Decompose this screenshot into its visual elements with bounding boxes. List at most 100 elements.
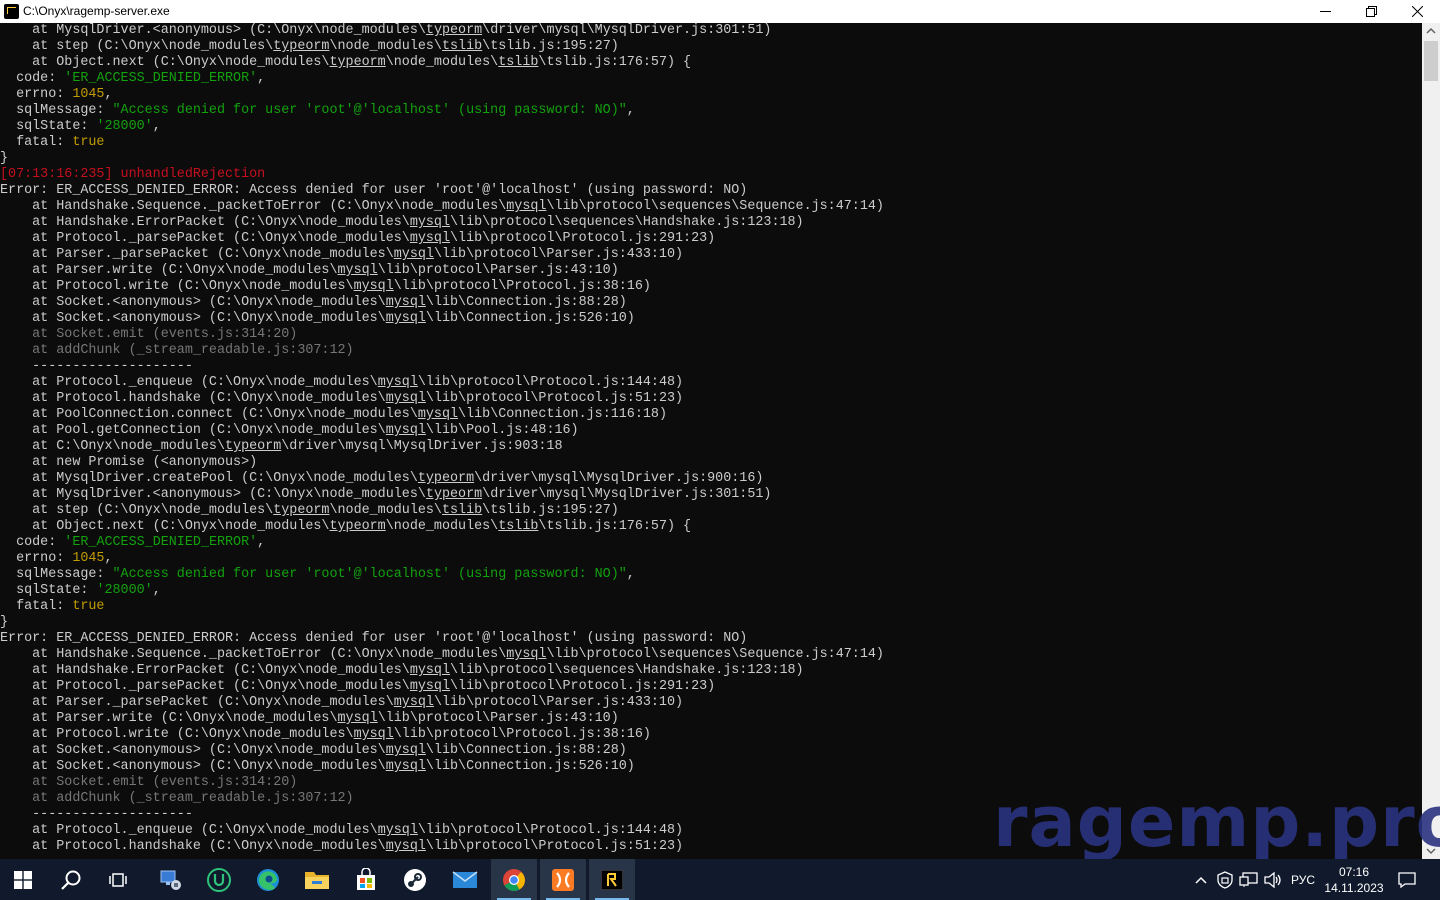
console-line: } — [0, 151, 8, 167]
input-language-indicator[interactable]: РУС — [1287, 859, 1319, 900]
console-line: at addChunk (_stream_readable.js:307:12) — [0, 791, 354, 807]
console-text-segment: Error: ER_ACCESS_DENIED_ERROR: Access de… — [0, 631, 748, 646]
speaker-icon — [1264, 871, 1281, 888]
taskbar-app-ragemp-server[interactable] — [589, 859, 635, 900]
taskbar-app-chrome[interactable] — [491, 859, 537, 900]
taskbar-app-edge[interactable] — [245, 859, 291, 900]
console-text-segment: , — [104, 87, 113, 102]
console-text-segment: at addChunk (_stream_readable.js:307:12) — [0, 343, 354, 358]
console-line: at Socket.<anonymous> (C:\Onyx\node_modu… — [0, 743, 627, 759]
console-line: at Handshake.ErrorPacket (C:\Onyx\node_m… — [0, 663, 803, 679]
console-text-segment: at Socket.<anonymous> (C:\Onyx\node_modu… — [0, 295, 386, 310]
vertical-scrollbar[interactable] — [1422, 23, 1440, 859]
console-text-segment: sqlState: — [0, 583, 97, 598]
taskbar-app-file-explorer[interactable] — [294, 859, 340, 900]
console-line: at Parser._parsePacket (C:\Onyx\node_mod… — [0, 695, 683, 711]
console-line: at Pool.getConnection (C:\Onyx\node_modu… — [0, 423, 579, 439]
console-text-segment: \node_modules\ — [385, 519, 499, 534]
title-bar[interactable]: C:\Onyx\ragemp-server.exe — [0, 0, 1440, 23]
minimize-button[interactable] — [1302, 0, 1348, 23]
console-line: at Handshake.Sequence._packetToError (C:… — [0, 647, 884, 663]
console-line: at C:\Onyx\node_modules\typeorm\driver\m… — [0, 439, 562, 455]
windows-logo-icon — [14, 870, 32, 889]
search-button[interactable] — [48, 859, 94, 900]
taskbar-app-network-tool[interactable] — [148, 859, 194, 900]
task-view-button[interactable] — [96, 859, 142, 900]
start-button[interactable] — [0, 859, 46, 900]
console-text-segment: mysql — [385, 743, 426, 758]
console-text-segment: \tslib.js:176:57) { — [538, 519, 692, 534]
steam-icon — [404, 868, 426, 891]
console-output[interactable]: at MysqlDriver.<anonymous> (C:\Onyx\node… — [0, 23, 1422, 859]
console-text-segment: at Protocol.handshake (C:\Onyx\node_modu… — [0, 391, 386, 406]
console-text-segment: \lib\protocol\Parser.js:433:10) — [433, 695, 684, 710]
console-text-segment: at step (C:\Onyx\node_modules\ — [0, 503, 274, 518]
taskbar-app-u-client[interactable] — [196, 859, 242, 900]
console-line: code: 'ER_ACCESS_DENIED_ERROR', — [0, 535, 265, 551]
console-line: at Protocol.write (C:\Onyx\node_modules\… — [0, 279, 651, 295]
console-text-segment: fatal: — [0, 599, 73, 614]
console-text-segment: Error: ER_ACCESS_DENIED_ERROR: Access de… — [0, 183, 748, 198]
console-text-segment: at Parser.write (C:\Onyx\node_modules\ — [0, 263, 338, 278]
console-text-segment: [07:13:16:235] unhandledRejection — [0, 167, 266, 182]
chevron-up-icon — [1426, 27, 1436, 34]
taskbar-app-steam[interactable] — [392, 859, 438, 900]
tray-volume-button[interactable] — [1262, 859, 1284, 900]
console-text-segment: mysql — [353, 727, 394, 742]
console-line: errno: 1045, — [0, 551, 113, 567]
tray-show-hidden-button[interactable] — [1190, 859, 1212, 900]
console-text-segment: sqlState: — [0, 119, 97, 134]
restore-icon — [1365, 6, 1377, 17]
console-text-segment: , — [152, 119, 161, 134]
taskbar-app-store[interactable] — [343, 859, 389, 900]
taskbar-app-mail[interactable] — [442, 859, 488, 900]
window-title: C:\Onyx\ragemp-server.exe — [23, 4, 170, 18]
task-view-icon — [109, 872, 127, 887]
console-text-segment: typeorm — [425, 23, 483, 38]
console-line: at Socket.<anonymous> (C:\Onyx\node_modu… — [0, 311, 635, 327]
console-text-segment: at PoolConnection.connect (C:\Onyx\node_… — [0, 407, 418, 422]
console-text-segment: at Parser._parsePacket (C:\Onyx\node_mod… — [0, 695, 394, 710]
console-text-segment: "Access denied for user 'root'@'localhos… — [112, 103, 627, 118]
console-text-segment: \tslib.js:195:27) — [482, 503, 619, 518]
scroll-thumb[interactable] — [1424, 41, 1438, 81]
console-text-segment: , — [152, 583, 161, 598]
console-text-segment: \lib\Pool.js:48:16) — [425, 423, 579, 438]
console-text-segment: \driver\mysql\MysqlDriver.js:900:16) — [474, 471, 764, 486]
notifications-button[interactable] — [1392, 859, 1422, 900]
console-text-segment: at Parser._parsePacket (C:\Onyx\node_mod… — [0, 247, 394, 262]
console-text-segment: \lib\Connection.js:526:10) — [425, 311, 635, 326]
console-text-segment: 1045 — [72, 87, 105, 102]
scroll-up-button[interactable] — [1422, 23, 1440, 40]
console-line: errno: 1045, — [0, 87, 113, 103]
console-line: at Parser._parsePacket (C:\Onyx\node_mod… — [0, 247, 683, 263]
tray-defender-button[interactable] — [1214, 859, 1236, 900]
console-line: at addChunk (_stream_readable.js:307:12) — [0, 343, 354, 359]
restore-button[interactable] — [1348, 0, 1394, 23]
console-line: at Protocol._enqueue (C:\Onyx\node_modul… — [0, 823, 683, 839]
console-line: at Object.next (C:\Onyx\node_modules\typ… — [0, 55, 691, 71]
console-text-segment: code: — [0, 535, 65, 550]
console-text-segment: \lib\protocol\Protocol.js:144:48) — [417, 823, 684, 838]
console-line: at Parser.write (C:\Onyx\node_modules\my… — [0, 711, 619, 727]
console-text-segment: at step (C:\Onyx\node_modules\ — [0, 39, 274, 54]
console-text-segment: mysql — [417, 407, 459, 422]
system-clock[interactable]: 07:16 14.11.2023 — [1322, 859, 1386, 900]
close-button[interactable] — [1394, 0, 1440, 23]
console-text-segment: at Protocol._enqueue (C:\Onyx\node_modul… — [0, 823, 378, 838]
console-text-segment: -------------------- — [0, 807, 193, 822]
tray-network-button[interactable] — [1238, 859, 1260, 900]
taskbar-app-xampp[interactable] — [540, 859, 586, 900]
console-line: sqlState: '28000', — [0, 583, 161, 599]
console-text-segment: mysql — [377, 375, 418, 390]
console-text-segment: \lib\protocol\Protocol.js:38:16) — [393, 727, 651, 742]
console-text-segment: , — [104, 551, 113, 566]
console-text-segment: mysql — [385, 839, 426, 854]
console-text-segment: at MysqlDriver.createPool (C:\Onyx\node_… — [0, 471, 418, 486]
taskbar: РУС 07:16 14.11.2023 — [0, 859, 1440, 900]
console-text-segment: at Protocol._enqueue (C:\Onyx\node_modul… — [0, 375, 378, 390]
network-monitor-icon — [160, 870, 181, 890]
console-text-segment: at addChunk (_stream_readable.js:307:12) — [0, 791, 354, 806]
console-text-segment: at MysqlDriver.<anonymous> (C:\Onyx\node… — [0, 487, 426, 502]
console-text-segment: mysql — [506, 647, 547, 662]
